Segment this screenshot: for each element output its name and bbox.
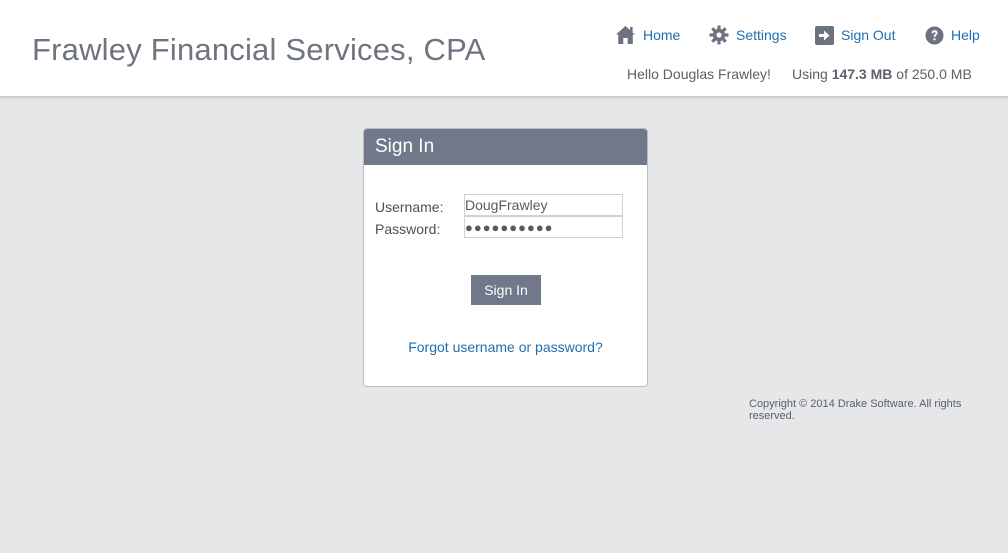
storage-usage: Using 147.3 MB of 250.0 MB [792, 66, 972, 82]
sign-in-title: Sign In [364, 129, 647, 165]
sign-in-button[interactable]: Sign In [471, 275, 541, 305]
nav-signout-link[interactable]: Sign Out [815, 22, 895, 48]
copyright-text: Copyright © 2014 Drake Software. All rig… [749, 398, 962, 422]
sign-in-panel: Sign In Username: Password: Sign In Forg… [363, 128, 648, 387]
nav-signout-label: Sign Out [841, 27, 896, 43]
sign-out-icon [815, 25, 834, 45]
nav-home-link[interactable]: Home [615, 22, 680, 48]
password-field[interactable] [464, 216, 623, 238]
help-icon [925, 26, 944, 44]
usage-middle: of [896, 66, 908, 82]
usage-used: 147.3 MB [831, 66, 893, 82]
site-header: Frawley Financial Services, CPA Home Set… [0, 0, 1008, 97]
usage-prefix: Using [792, 66, 828, 82]
gear-icon [709, 25, 729, 45]
home-icon [616, 26, 635, 44]
nav-help-link[interactable]: Help [925, 22, 980, 48]
nav-settings-label: Settings [736, 27, 787, 43]
top-nav: Home Settings Sign Out Help [0, 22, 1008, 48]
username-field[interactable] [464, 194, 623, 216]
password-label: Password: [375, 221, 441, 237]
usage-total: 250.0 MB [911, 66, 972, 82]
forgot-credentials-link[interactable]: Forgot username or password? [364, 339, 647, 355]
user-greeting: Hello Douglas Frawley! [627, 66, 771, 82]
nav-home-label: Home [643, 27, 681, 43]
nav-settings-link[interactable]: Settings [709, 22, 787, 48]
username-label: Username: [375, 199, 444, 215]
nav-help-label: Help [951, 27, 980, 43]
